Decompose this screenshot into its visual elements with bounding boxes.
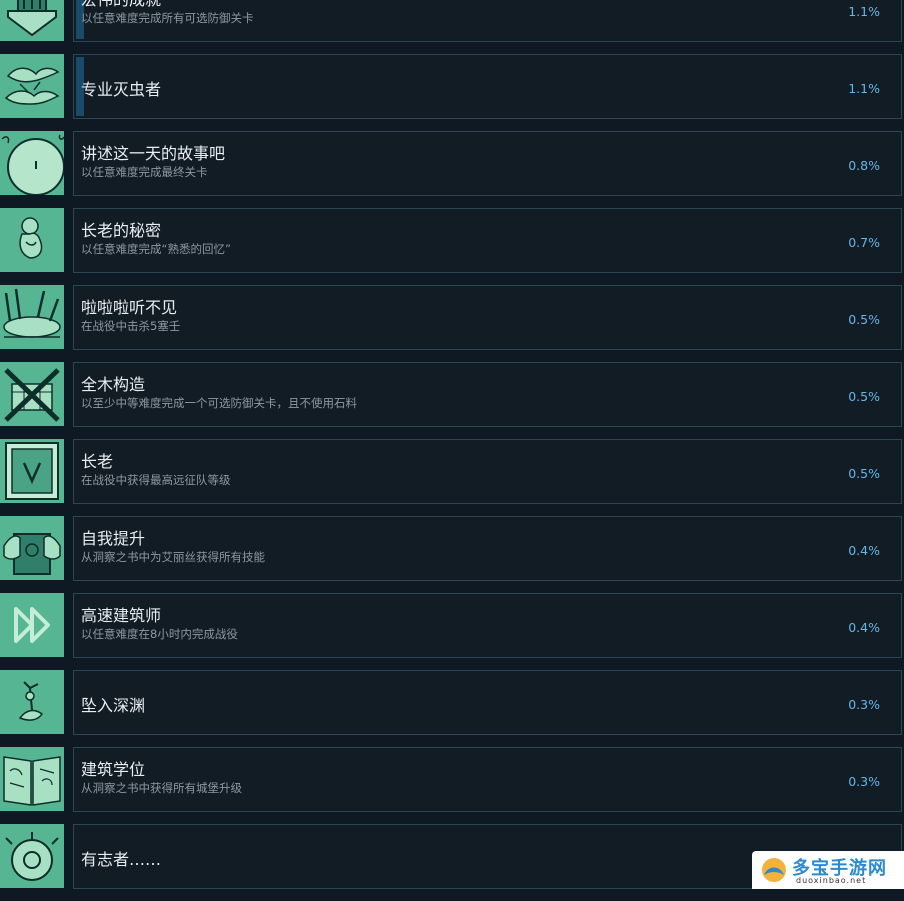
achievement-row[interactable]: 专业灭虫者 1.1% [0, 54, 904, 119]
achievement-title: 自我提升 [81, 529, 146, 548]
achievement-card: 全木构造 以至少中等难度完成一个可选防御关卡，且不使用石料 0.5% [73, 362, 902, 427]
achievement-title: 全木构造 [81, 375, 146, 394]
site-watermark: 多宝手游网 duoxinbao.net [752, 851, 904, 889]
siren-creature-icon [0, 285, 64, 349]
unlock-percentage: 0.3% [848, 774, 880, 789]
fast-forward-icon [0, 593, 64, 657]
achievement-description: 以任意难度在8小时内完成战役 [81, 627, 238, 641]
achievement-row[interactable]: 长老的秘密 以任意难度完成“熟悉的回忆” 0.7% [0, 208, 904, 273]
achievement-title: 有志者…… [81, 850, 162, 869]
achievement-title: 讲述这一天的故事吧 [81, 144, 226, 163]
achievement-row[interactable]: 讲述这一天的故事吧 以任意难度完成最终关卡 0.8% [0, 131, 904, 196]
unlock-percentage: 0.4% [848, 620, 880, 635]
unlock-percentage: 0.7% [848, 235, 880, 250]
achievement-card: 长老的秘密 以任意难度完成“熟悉的回忆” 0.7% [73, 208, 902, 273]
unlock-percentage: 0.3% [848, 697, 880, 712]
unlock-percentage: 0.5% [848, 312, 880, 327]
achievement-description: 从洞察之书中为艾丽丝获得所有技能 [81, 550, 265, 564]
achievement-title: 啦啦啦听不见 [81, 298, 178, 317]
round-clock-icon [0, 131, 64, 195]
achievement-title: 专业灭虫者 [81, 80, 162, 99]
achievement-row[interactable]: 坠入深渊 0.3% [0, 670, 904, 735]
hands-holding-book-icon [0, 516, 64, 580]
achievement-title: 建筑学位 [81, 760, 146, 779]
watermark-url: duoxinbao.net [796, 876, 867, 885]
achievement-card: 建筑学位 从洞察之书中获得所有城堡升级 0.3% [73, 747, 902, 812]
flying-creatures-icon [0, 54, 64, 118]
achievement-description: 在战役中击杀5塞壬 [81, 319, 181, 333]
gear-helmet-icon [0, 824, 64, 888]
unlock-percentage: 1.1% [848, 81, 880, 96]
unlock-percentage: 0.4% [848, 543, 880, 558]
achievement-card: 长老 在战役中获得最高远征队等级 0.5% [73, 439, 902, 504]
achievement-row[interactable]: 长老 在战役中获得最高远征队等级 0.5% [0, 439, 904, 504]
achievement-description: 以任意难度完成所有可选防御关卡 [81, 11, 254, 25]
unlock-percentage: 1.1% [848, 4, 880, 19]
achievement-title: 长老 [81, 452, 114, 471]
achievement-row[interactable]: 啦啦啦听不见 在战役中击杀5塞壬 0.5% [0, 285, 904, 350]
achievement-row[interactable]: 宏伟的成就 以任意难度完成所有可选防御关卡 1.1% [0, 0, 904, 42]
achievement-card: 高速建筑师 以任意难度在8小时内完成战役 0.4% [73, 593, 902, 658]
achievement-card: 宏伟的成就 以任意难度完成所有可选防御关卡 1.1% [73, 0, 902, 42]
falling-figure-icon [0, 670, 64, 734]
crossed-stone-icon [0, 362, 64, 426]
unlock-percentage: 0.5% [848, 389, 880, 404]
achievement-list: 宏伟的成就 以任意难度完成所有可选防御关卡 1.1% 专业灭虫者 1.1% [0, 0, 904, 901]
achievement-description: 以任意难度完成最终关卡 [81, 165, 208, 179]
achievement-description: 以至少中等难度完成一个可选防御关卡，且不使用石料 [81, 396, 357, 410]
achievement-description: 在战役中获得最高远征队等级 [81, 473, 231, 487]
achievement-row[interactable]: 全木构造 以至少中等难度完成一个可选防御关卡，且不使用石料 0.5% [0, 362, 904, 427]
open-book-icon [0, 747, 64, 811]
achievement-row[interactable]: 高速建筑师 以任意难度在8小时内完成战役 0.4% [0, 593, 904, 658]
rank-v-badge-icon [0, 439, 64, 503]
trophy-pedestal-icon [0, 0, 64, 41]
curled-figure-icon [0, 208, 64, 272]
achievement-title: 长老的秘密 [81, 221, 162, 240]
achievement-card: 自我提升 从洞察之书中为艾丽丝获得所有技能 0.4% [73, 516, 902, 581]
achievement-card: 专业灭虫者 1.1% [73, 54, 902, 119]
unlock-percentage: 0.5% [848, 466, 880, 481]
achievement-description: 从洞察之书中获得所有城堡升级 [81, 781, 242, 795]
achievement-card: 坠入深渊 0.3% [73, 670, 902, 735]
achievement-row[interactable]: 自我提升 从洞察之书中为艾丽丝获得所有技能 0.4% [0, 516, 904, 581]
unlock-percentage: 0.8% [848, 158, 880, 173]
achievement-card: 讲述这一天的故事吧 以任意难度完成最终关卡 0.8% [73, 131, 902, 196]
achievement-title: 坠入深渊 [81, 696, 146, 715]
achievement-row[interactable]: 建筑学位 从洞察之书中获得所有城堡升级 0.3% [0, 747, 904, 812]
achievement-card: 啦啦啦听不见 在战役中击杀5塞壬 0.5% [73, 285, 902, 350]
achievement-title: 高速建筑师 [81, 606, 162, 625]
achievement-title: 宏伟的成就 [81, 0, 161, 10]
watermark-logo-icon [762, 858, 786, 882]
achievement-description: 以任意难度完成“熟悉的回忆” [81, 242, 231, 256]
